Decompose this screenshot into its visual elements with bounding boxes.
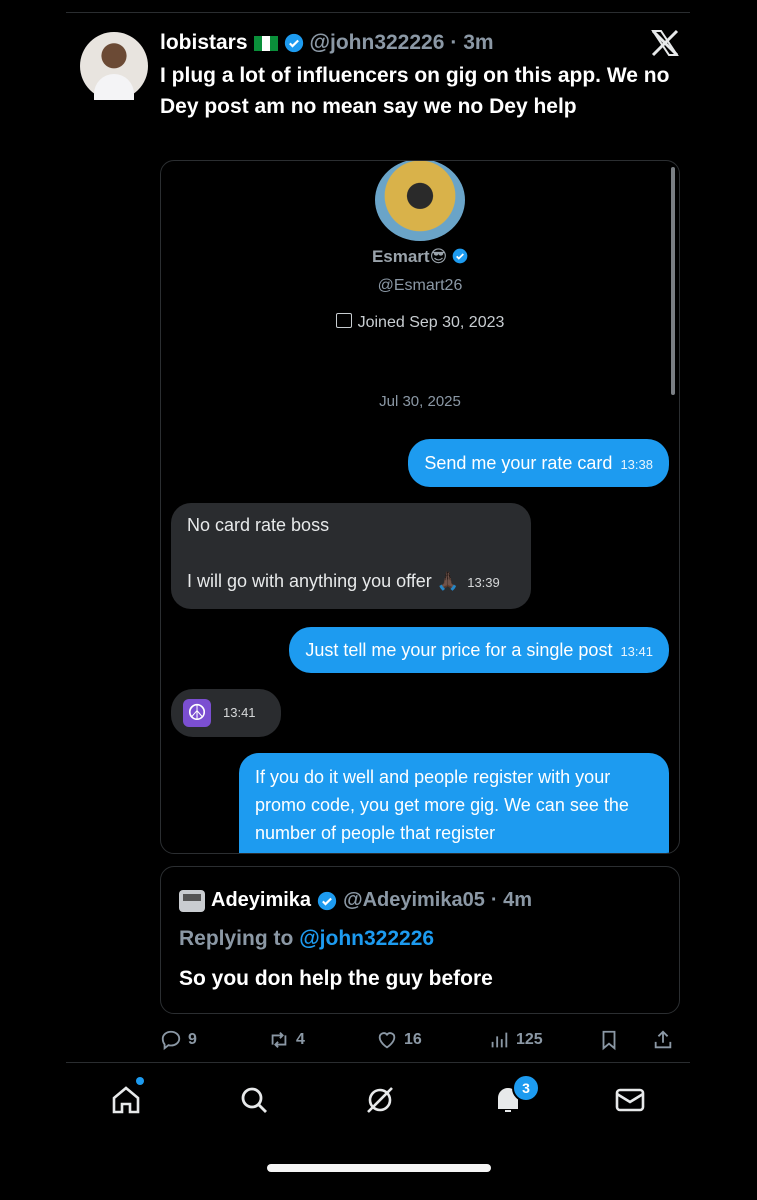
reply-author-handle[interactable]: @Adeyimika05 — [343, 889, 485, 912]
joined-date: Joined Sep 30, 2023 — [161, 313, 679, 332]
reply-header: Adeyimika @Adeyimika05 · 4m — [179, 889, 532, 912]
views-icon — [491, 1032, 508, 1048]
views-button[interactable]: 125 — [488, 1022, 543, 1058]
bookmark-button[interactable] — [598, 1022, 620, 1058]
share-button[interactable] — [652, 1022, 674, 1058]
top-divider — [66, 12, 690, 13]
verified-badge-icon — [284, 33, 303, 53]
post-text: I plug a lot of influencers on gig on th… — [160, 64, 670, 118]
home-indicator-dot — [136, 1077, 144, 1085]
grok-icon[interactable] — [362, 1082, 398, 1118]
profile-name: Esmart😎 — [161, 247, 679, 267]
notifications-badge: 3 — [512, 1074, 540, 1102]
reply-text: So you don help the guy before — [179, 967, 493, 990]
quoted-reply[interactable]: Adeyimika @Adeyimika05 · 4m Replying to … — [160, 866, 680, 1014]
action-bar: 9 4 16 125 — [160, 1022, 680, 1058]
repost-button[interactable]: 4 — [268, 1022, 305, 1058]
post-header: lobistars @john322226 · 3m — [160, 28, 494, 58]
comment-icon — [161, 1030, 181, 1051]
calendar-icon — [335, 313, 352, 328]
bus-emoji-icon — [179, 889, 205, 912]
x-logo-icon[interactable] — [650, 28, 680, 58]
profile-handle: @Esmart26 — [377, 277, 463, 294]
author-avatar[interactable] — [80, 32, 148, 100]
message-bubble: No card rate boss I will go with anythin… — [171, 503, 531, 609]
nav-divider — [66, 1062, 690, 1063]
post-time: · 3m — [450, 31, 494, 54]
message-bubble: If you do it well and people register wi… — [239, 753, 669, 853]
replying-to: Replying to @john322226 — [179, 927, 435, 950]
author-handle[interactable]: @john322226 — [310, 31, 445, 55]
nigeria-flag-icon — [253, 35, 278, 51]
home-icon[interactable] — [108, 1082, 144, 1118]
message-bubble: Send me your rate card 13:38 — [408, 439, 669, 487]
reply-button[interactable]: 9 — [160, 1022, 197, 1058]
embedded-screenshot[interactable]: Esmart😎 @Esmart26 Joined Sep 30, 2023 Ju… — [160, 160, 680, 854]
message-date: Jul 30, 2025 — [379, 393, 461, 410]
bookmark-icon — [602, 1030, 616, 1051]
like-button[interactable]: 16 — [376, 1022, 422, 1058]
heart-icon — [378, 1032, 396, 1049]
home-indicator-bar[interactable] — [267, 1164, 491, 1172]
message-bubble: Just tell me your price for a single pos… — [289, 627, 669, 673]
replying-handle[interactable]: @john322226 — [299, 927, 434, 950]
reply-author-name[interactable]: Adeyimika — [211, 889, 311, 912]
reply-time: · 4m — [490, 889, 532, 911]
bottom-nav — [0, 1070, 757, 1134]
peace-emoji: ☮ — [183, 699, 211, 727]
share-icon — [654, 1030, 672, 1049]
repost-icon — [271, 1032, 287, 1048]
author-name[interactable]: lobistars — [160, 31, 248, 55]
verified-badge-icon — [317, 891, 337, 910]
search-icon[interactable] — [236, 1082, 272, 1118]
verified-badge-icon — [452, 248, 468, 264]
profile-avatar — [375, 161, 465, 241]
messages-icon[interactable] — [612, 1082, 648, 1118]
message-bubble: ☮ 13:41 — [171, 689, 281, 737]
